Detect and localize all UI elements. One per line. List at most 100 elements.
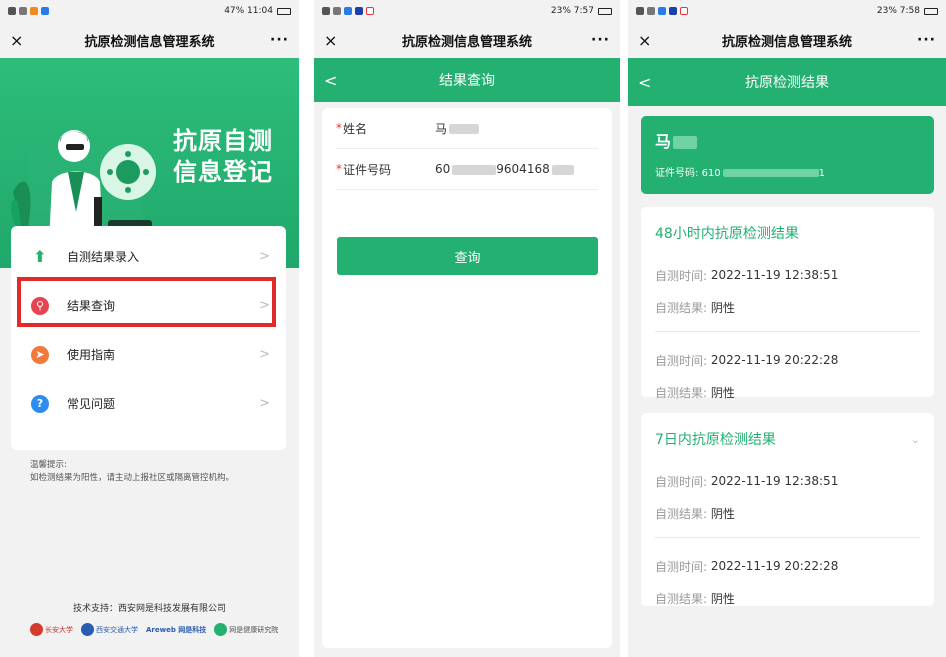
results-48h-card: 48小时内抗原检测结果 自测时间: 2022-11-19 12:38:51 自测… [641, 207, 934, 400]
app-notification-icon [669, 7, 677, 15]
status-icons-right: 23% 7:58 [877, 6, 938, 16]
record-result-row: 自测结果: 阴性 [655, 506, 735, 521]
section-48h-title: 48小时内抗原检测结果 [655, 226, 799, 242]
status-icons-left [8, 7, 49, 15]
back-button[interactable]: < [324, 71, 337, 90]
menu-item-faq[interactable]: ? 常见问题 > [11, 379, 286, 428]
logo-areweb: Areweb 网是科技 [146, 625, 207, 634]
status-icons-right: 23% 7:57 [551, 6, 612, 16]
record-time-row: 自测时间: 2022-11-19 20:22:28 [655, 559, 839, 574]
masked-text [722, 169, 819, 177]
page-title: 抗原检测信息管理系统 [84, 34, 215, 50]
signal-icon [322, 7, 330, 15]
battery-icon [924, 7, 938, 15]
record-result-row: 自测结果: 阴性 [655, 385, 735, 400]
signal-icon [636, 7, 644, 15]
masked-text [551, 164, 574, 175]
required-mark: * [336, 162, 342, 176]
tips-text: 温馨提示: 如检测结果为阳性，请主动上报社区或隔离管控机构。 [30, 459, 234, 485]
record-time-row: 自测时间: 2022-11-19 20:22:28 [655, 353, 839, 368]
name-field[interactable]: * 姓名 马 [336, 108, 598, 149]
chevron-right-icon: > [259, 396, 270, 411]
question-icon: ? [31, 394, 49, 413]
query-button[interactable]: 查询 [337, 237, 598, 275]
close-button[interactable]: × [10, 31, 30, 50]
tips-heading: 温馨提示: [30, 460, 67, 470]
status-bar: 47% 11:04 [0, 0, 299, 22]
app-notification-icon [344, 7, 352, 15]
compass-icon: ➤ [31, 345, 49, 364]
app-notification-icon [30, 7, 38, 15]
id-number-field[interactable]: * 证件号码 60 9604168 [336, 149, 598, 190]
status-icons-left [636, 7, 688, 15]
section-7d-title[interactable]: 7日内抗原检测结果 ⌄ [655, 413, 920, 465]
page-title: 抗原检测信息管理系统 [401, 34, 532, 50]
id-number-label: 证件号码 [343, 162, 392, 177]
title-bar: × 抗原检测信息管理系统 ··· [628, 22, 946, 58]
record-result-row: 自测结果: 阴性 [655, 300, 735, 315]
divider [655, 537, 920, 538]
masked-text [449, 124, 480, 134]
status-bar: 23% 7:57 [314, 0, 620, 22]
person-id: 证件号码: 610 1 [655, 168, 826, 179]
record-time-row: 自测时间: 2022-11-19 12:38:51 [655, 268, 839, 283]
menu-item-label: 常见问题 [67, 397, 116, 411]
wifi-icon [333, 7, 341, 15]
leaf-icon [214, 623, 228, 636]
menu-item-self-test-entry[interactable]: ⬆ 自测结果录入 > [11, 232, 286, 281]
menu-item-label: 自测结果录入 [67, 250, 140, 264]
query-header: < 结果查询 [314, 58, 620, 102]
close-button[interactable]: × [638, 31, 658, 50]
seal-icon [81, 623, 94, 636]
more-button[interactable]: ··· [269, 32, 289, 48]
partner-logos: 长安大学 西安交通大学 Areweb 网是科技 网是健康研究院 [30, 623, 278, 636]
app-notification-icon [658, 7, 666, 15]
battery-percent-time: 47% 11:04 [224, 6, 273, 16]
required-mark: * [336, 121, 342, 135]
battery-percent-time: 23% 7:57 [550, 6, 594, 16]
seal-icon [30, 623, 43, 636]
app-notification-icon [41, 7, 49, 15]
hero-title: 抗原自测 信息登记 [173, 126, 273, 188]
title-bar: × 抗原检测信息管理系统 ··· [314, 22, 620, 58]
hero-title-line2: 信息登记 [173, 158, 273, 186]
menu-item-user-guide[interactable]: ➤ 使用指南 > [11, 330, 286, 379]
tech-support: 技术支持：西安网是科技发展有限公司 [72, 604, 226, 614]
masked-text [452, 164, 497, 175]
highlight-box [17, 277, 276, 327]
record-result-row: 自测结果: 阴性 [655, 591, 735, 606]
app-notification-icon [355, 7, 363, 15]
results-7d-card[interactable]: 7日内抗原检测结果 ⌄ 自测时间: 2022-11-19 12:38:51 自测… [641, 413, 934, 606]
chevron-right-icon: > [259, 249, 270, 264]
chevron-down-icon: ⌄ [910, 432, 920, 446]
menu-item-label: 使用指南 [67, 348, 116, 362]
logo-health-institute: 网是健康研究院 [214, 623, 278, 636]
results-screen: 23% 7:58 × 抗原检测信息管理系统 ··· < 抗原检测结果 马 证件号… [628, 0, 946, 657]
divider [655, 331, 920, 332]
results-header-title: 抗原检测结果 [745, 75, 829, 91]
status-icons-left [322, 7, 374, 15]
status-icons-right: 47% 11:04 [224, 6, 291, 16]
home-screen: 47% 11:04 × 抗原检测信息管理系统 ··· 抗原自测 信息登记 ⬆ 自… [0, 0, 299, 657]
id-number-value[interactable]: 60 9604168 [435, 162, 574, 176]
app-notification-icon [680, 7, 688, 15]
tips-body: 如检测结果为阳性，请主动上报社区或隔离管控机构。 [30, 473, 235, 483]
back-button[interactable]: < [638, 73, 651, 92]
status-bar: 23% 7:58 [628, 0, 946, 22]
query-screen: 23% 7:57 × 抗原检测信息管理系统 ··· < 结果查询 * 姓名 马 … [314, 0, 620, 657]
more-button[interactable]: ··· [590, 32, 610, 48]
identity-card: 马 证件号码: 610 1 [641, 116, 934, 194]
wifi-icon [647, 7, 655, 15]
battery-percent-time: 23% 7:58 [876, 6, 920, 16]
logo-xjtu: 西安交通大学 [81, 623, 138, 636]
query-form: * 姓名 马 * 证件号码 60 9604168 [322, 108, 612, 648]
record-time-row: 自测时间: 2022-11-19 12:38:51 [655, 474, 839, 489]
close-button[interactable]: × [324, 31, 344, 50]
hero-title-line1: 抗原自测 [173, 127, 273, 155]
more-button[interactable]: ··· [916, 32, 936, 48]
person-name: 马 [655, 128, 920, 152]
app-notification-icon [366, 7, 374, 15]
query-header-title: 结果查询 [439, 73, 495, 89]
chevron-right-icon: > [259, 347, 270, 362]
name-value[interactable]: 马 [435, 120, 480, 137]
